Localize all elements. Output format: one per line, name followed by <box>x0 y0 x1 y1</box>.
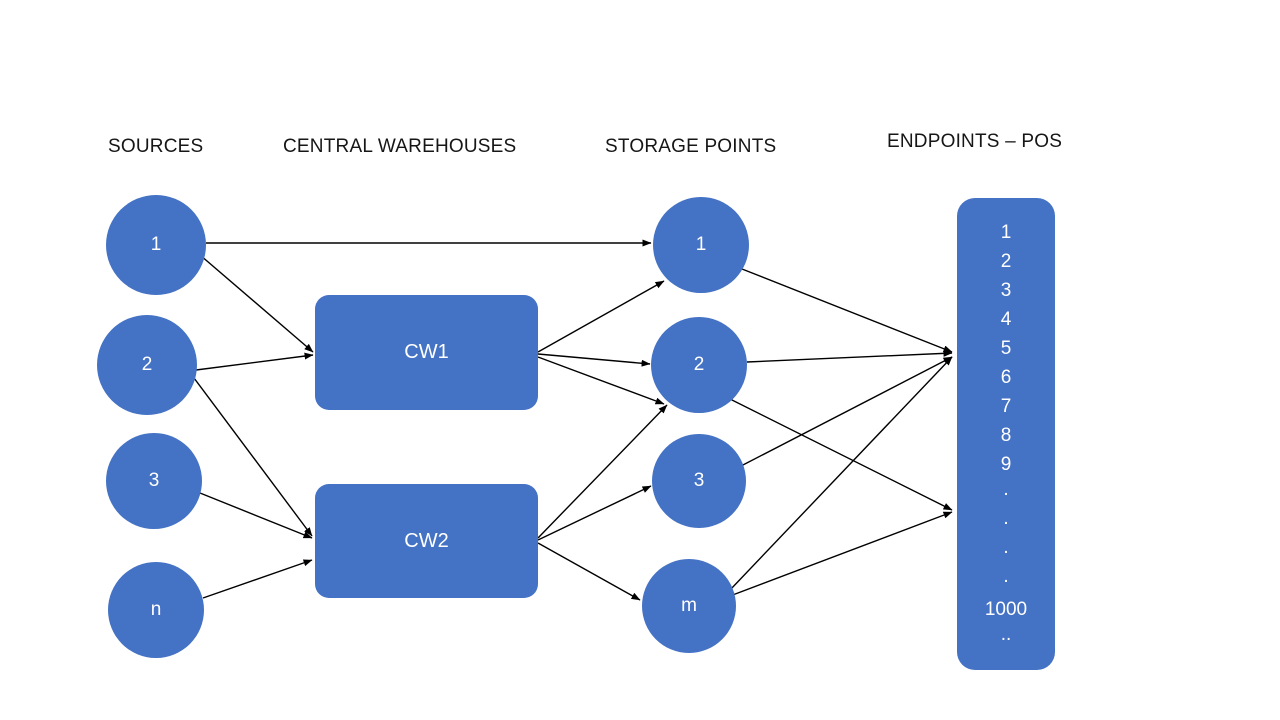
central-warehouse-cw2[interactable]: CW2 <box>315 484 538 598</box>
endpoint-item: 1000 <box>984 599 1028 620</box>
column-header-central-warehouses: CENTRAL WAREHOUSES <box>283 136 517 157</box>
storage-point-node-2[interactable]: 2 <box>651 317 747 413</box>
edge-cw1-to-storage-1 <box>537 280 665 353</box>
source-node-n[interactable]: n <box>108 562 204 658</box>
edge-cw2-to-storage-2 <box>537 404 668 539</box>
endpoint-item: 1 <box>1000 222 1012 243</box>
column-header-sources: SOURCES <box>108 136 204 157</box>
edge-source-2-to-cw1 <box>195 352 314 371</box>
edge-source-1-to-cw1 <box>199 254 314 353</box>
storage-point-node-3[interactable]: 3 <box>652 434 746 528</box>
endpoint-item: 7 <box>1000 396 1012 417</box>
edge-storage-m-to-endpoint-upper <box>729 356 953 591</box>
diagram-canvas: SOURCES CENTRAL WAREHOUSES STORAGE POINT… <box>0 0 1280 720</box>
source-node-label: 2 <box>141 354 153 375</box>
source-node-2[interactable]: 2 <box>97 315 197 415</box>
edge-source-2-to-cw2 <box>193 377 313 537</box>
storage-point-label: 2 <box>693 354 705 375</box>
source-node-label: n <box>150 599 162 620</box>
source-node-1[interactable]: 1 <box>106 195 206 295</box>
edge-storage-3-to-endpoint-upper <box>740 356 953 467</box>
endpoint-item: . <box>1003 479 1009 500</box>
edge-cw1-to-storage-2 <box>537 353 651 367</box>
central-warehouse-cw1[interactable]: CW1 <box>315 295 538 410</box>
endpoint-item: 4 <box>1000 309 1012 330</box>
endpoint-item: 6 <box>1000 367 1012 388</box>
storage-point-node-1[interactable]: 1 <box>653 197 749 293</box>
edge-storage-2-to-endpoint-lower <box>729 398 953 511</box>
edge-storage-1-to-endpoint-upper <box>741 268 953 353</box>
edge-cw2-to-storage-3 <box>537 485 652 541</box>
endpoint-item: 9 <box>1000 454 1012 475</box>
source-node-3[interactable]: 3 <box>106 433 202 529</box>
endpoint-item: 8 <box>1000 425 1012 446</box>
central-warehouse-label: CW2 <box>404 529 449 552</box>
column-header-storage-points: STORAGE POINTS <box>605 136 777 157</box>
endpoint-item: .. <box>1000 624 1012 645</box>
endpoint-item: 2 <box>1000 251 1012 272</box>
source-node-label: 3 <box>148 470 160 491</box>
endpoint-item: 5 <box>1000 338 1012 359</box>
edge-storage-m-to-endpoint-lower <box>729 511 953 597</box>
central-warehouse-label: CW1 <box>404 341 449 363</box>
storage-point-node-m[interactable]: m <box>642 559 736 653</box>
edge-source-n-to-cw2 <box>202 559 313 599</box>
endpoint-item: . <box>1003 508 1009 529</box>
edge-source-3-to-cw2 <box>199 492 313 539</box>
endpoint-item: . <box>1003 566 1009 587</box>
edge-group <box>193 239 953 601</box>
column-header-endpoints: ENDPOINTS – POS <box>887 131 1063 152</box>
edge-storage-2-to-endpoint-upper <box>746 349 953 363</box>
storage-point-label: 1 <box>695 234 707 255</box>
edge-cw2-to-storage-m <box>537 542 641 601</box>
edge-cw1-to-storage-2-low <box>537 356 665 405</box>
endpoint-item: 3 <box>1000 280 1012 301</box>
storage-point-label: m <box>681 595 697 616</box>
endpoint-item: . <box>1003 537 1009 558</box>
storage-point-label: 3 <box>693 470 705 491</box>
source-node-label: 1 <box>150 234 162 255</box>
endpoints-panel[interactable]: 1 2 3 4 5 6 7 8 9.... 1000.. <box>957 198 1055 670</box>
